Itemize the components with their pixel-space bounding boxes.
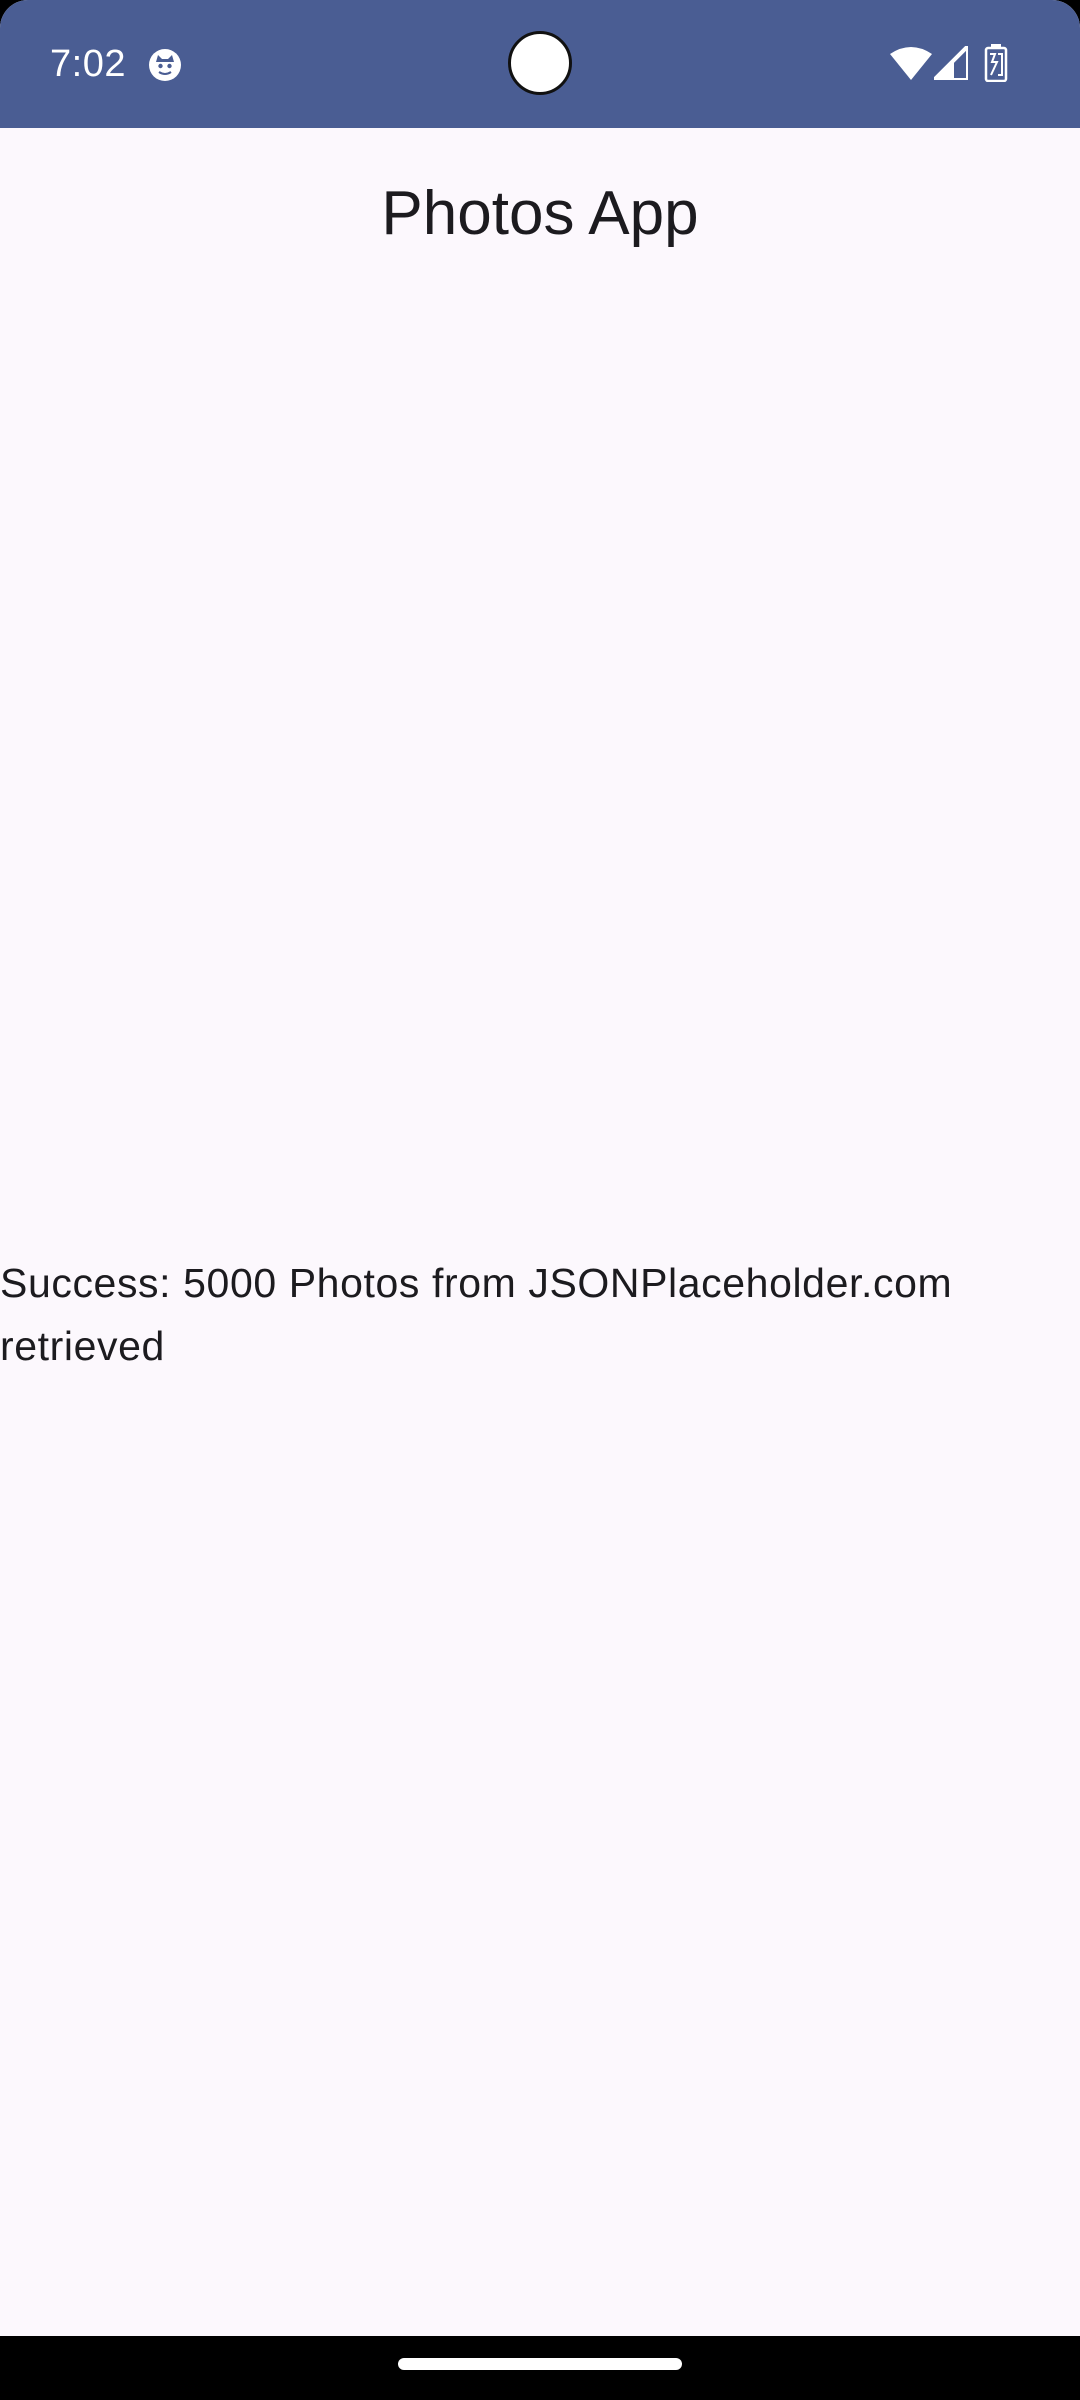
app-notification-icon — [149, 49, 181, 81]
status-bar: 7:02 — [0, 0, 1080, 128]
navigation-bar — [0, 2336, 1080, 2400]
phone-screen: 7:02 Photos App Success: 5000 Photos fro… — [0, 0, 1080, 2400]
status-time: 7:02 — [50, 43, 126, 85]
battery-icon — [984, 44, 1008, 82]
home-indicator[interactable] — [398, 2358, 682, 2370]
signal-icon — [934, 46, 968, 80]
result-message: Success: 5000 Photos from JSONPlaceholde… — [0, 1260, 953, 1369]
camera-cutout — [508, 31, 572, 95]
app-title: Photos App — [381, 179, 699, 248]
wifi-icon — [890, 47, 932, 80]
